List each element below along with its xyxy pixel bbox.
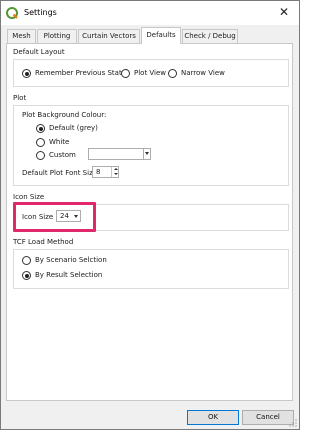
tab-label: Defaults (146, 31, 176, 39)
plot-font-size-stepper[interactable] (111, 167, 118, 177)
remember-previous-state-radio[interactable] (22, 69, 31, 78)
window-title: Settings (24, 8, 57, 17)
plot-font-size-value: 8 (96, 168, 101, 176)
custom-colour-combo[interactable] (88, 148, 151, 160)
qgis-logo-icon (6, 7, 18, 19)
default-plot-font-size-label: Default Plot Font Size (22, 169, 98, 177)
ok-button-label: OK (207, 413, 219, 421)
tab-label: Curtain Vectors (82, 32, 136, 40)
narrow-view-label: Narrow View (181, 69, 225, 77)
custom-label: Custom (49, 151, 76, 159)
tab-label: Check / Debug (184, 32, 236, 40)
by-result-selection-label: By Result Selection (35, 271, 103, 279)
chevron-down-icon (145, 152, 149, 155)
plot-heading: Plot (13, 94, 27, 102)
settings-dialog: Settings ✕ Mesh Plotting Curtain Vectors… (0, 0, 300, 430)
plot-view-label: Plot View (134, 69, 167, 77)
plot-background-colour-label: Plot Background Colour: (22, 111, 107, 119)
plot-font-size-spinbox[interactable]: 8 (92, 166, 119, 178)
tab-mesh[interactable]: Mesh (7, 29, 36, 43)
tcf-load-method-group (13, 249, 289, 289)
custom-colour-dropdown[interactable] (143, 149, 150, 159)
cancel-button-label: Cancel (256, 413, 280, 421)
resize-grip-icon[interactable] (289, 419, 297, 427)
tab-label: Plotting (43, 32, 71, 40)
tcf-load-method-heading: TCF Load Method (13, 238, 74, 246)
remember-previous-state-label: Remember Previous State (35, 69, 126, 77)
tab-plotting[interactable]: Plotting (37, 29, 77, 43)
ok-button[interactable]: OK (187, 410, 239, 425)
default-grey-radio[interactable] (36, 124, 45, 133)
cancel-button[interactable]: Cancel (242, 410, 294, 425)
icon-size-heading: Icon Size (13, 193, 45, 201)
plot-view-radio[interactable] (121, 69, 130, 78)
tab-check-debug[interactable]: Check / Debug (182, 29, 238, 43)
by-scenario-selction-label: By Scenario Selction (35, 256, 107, 264)
step-down-icon[interactable] (113, 173, 118, 175)
tab-label: Mesh (12, 32, 31, 40)
step-up-icon[interactable] (113, 168, 118, 170)
title-bar: Settings ✕ (1, 1, 299, 25)
tab-curtain-vectors[interactable]: Curtain Vectors (78, 29, 140, 43)
default-grey-label: Default (grey) (49, 124, 98, 132)
custom-radio[interactable] (36, 151, 45, 160)
white-radio[interactable] (36, 138, 45, 147)
by-scenario-selction-radio[interactable] (22, 256, 31, 265)
highlight-box (13, 202, 96, 232)
tab-defaults[interactable]: Defaults (141, 27, 181, 44)
narrow-view-radio[interactable] (168, 69, 177, 78)
default-layout-heading: Default Layout (13, 48, 65, 56)
close-icon[interactable]: ✕ (277, 5, 291, 19)
by-result-selection-radio[interactable] (22, 271, 31, 280)
white-label: White (49, 138, 70, 146)
